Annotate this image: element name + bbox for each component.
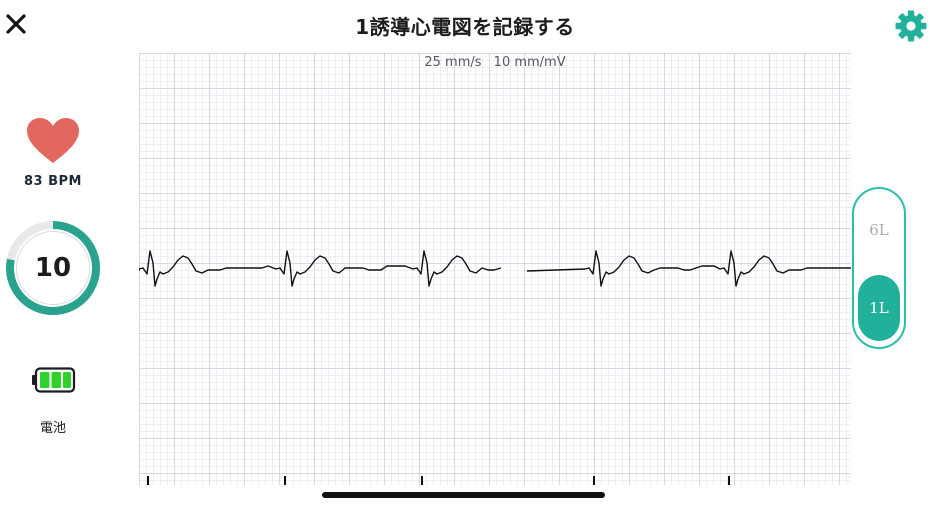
time-markers [147, 476, 730, 485]
heart-icon [27, 118, 79, 163]
battery-bar [63, 372, 71, 388]
battery-label: 電池 [39, 421, 66, 436]
countdown-timer: 10 [34, 253, 72, 283]
battery-bar [40, 372, 50, 388]
ecg-recording-screen: 1誘導心電図を記録する 25 mm/s 10 mm/mV 83 BPM 10 電… [0, 0, 930, 510]
page-title: 1誘導心電図を記録する [355, 15, 575, 39]
settings-button[interactable] [893, 8, 929, 44]
gear-icon [895, 10, 927, 42]
heart-rate-label: 83 BPM [24, 174, 82, 189]
ecg-trace-canvas [139, 250, 851, 485]
lead-option-6l[interactable]: 6L [854, 221, 904, 239]
ecg-strip: 25 mm/s 10 mm/mV [139, 53, 851, 485]
home-indicator[interactable] [322, 492, 605, 498]
battery-icon [32, 367, 76, 393]
lead-option-1l[interactable]: 1L [858, 275, 900, 341]
battery-bar [51, 372, 61, 388]
ecg-trace-segment [526, 250, 851, 287]
lead-toggle: 6L 1L [852, 187, 906, 349]
ecg-trace-segment [139, 250, 502, 287]
